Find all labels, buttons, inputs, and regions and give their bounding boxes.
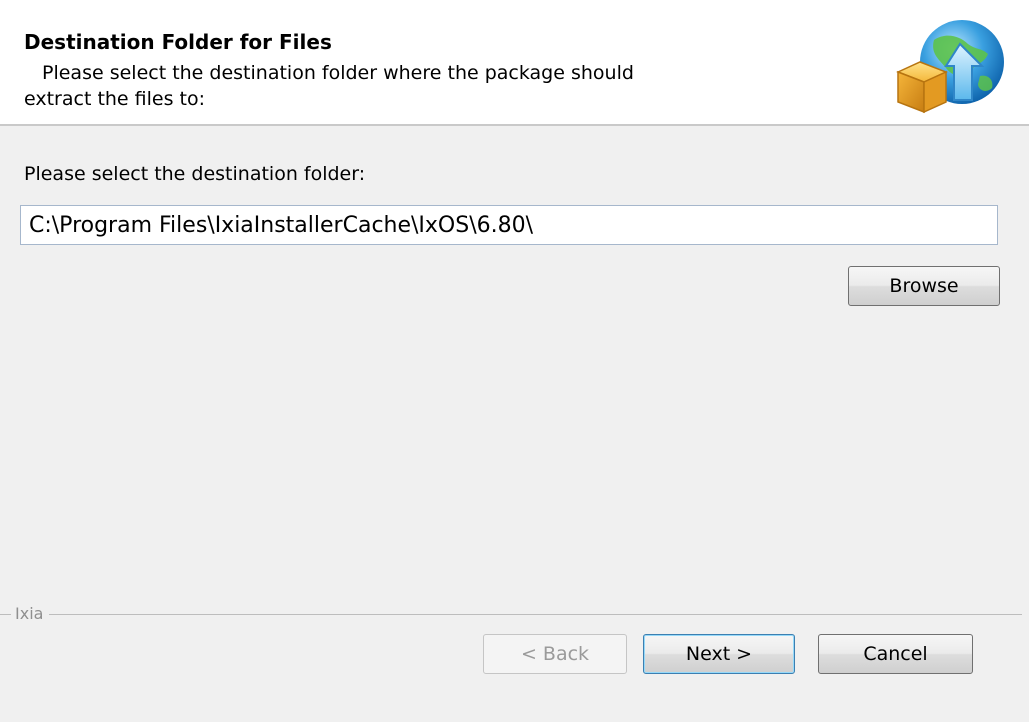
next-button[interactable]: Next >	[643, 634, 795, 674]
back-button[interactable]: < Back	[483, 634, 627, 674]
vendor-group-label: Ixia	[11, 603, 50, 625]
page-title: Destination Folder for Files	[24, 30, 332, 54]
footer-divider	[0, 614, 1022, 615]
subtitle-line-1: Please select the destination folder whe…	[42, 62, 634, 84]
browse-button[interactable]: Browse	[848, 266, 1000, 306]
installer-globe-box-icon	[896, 20, 1004, 114]
subtitle-line-2: extract the files to:	[24, 88, 206, 110]
wizard-header: Destination Folder for Files Please sele…	[0, 0, 1029, 126]
cancel-button[interactable]: Cancel	[818, 634, 973, 674]
destination-path-input[interactable]	[20, 205, 998, 245]
page-subtitle: Please select the destination folder whe…	[24, 60, 784, 112]
destination-folder-label: Please select the destination folder:	[24, 163, 366, 185]
